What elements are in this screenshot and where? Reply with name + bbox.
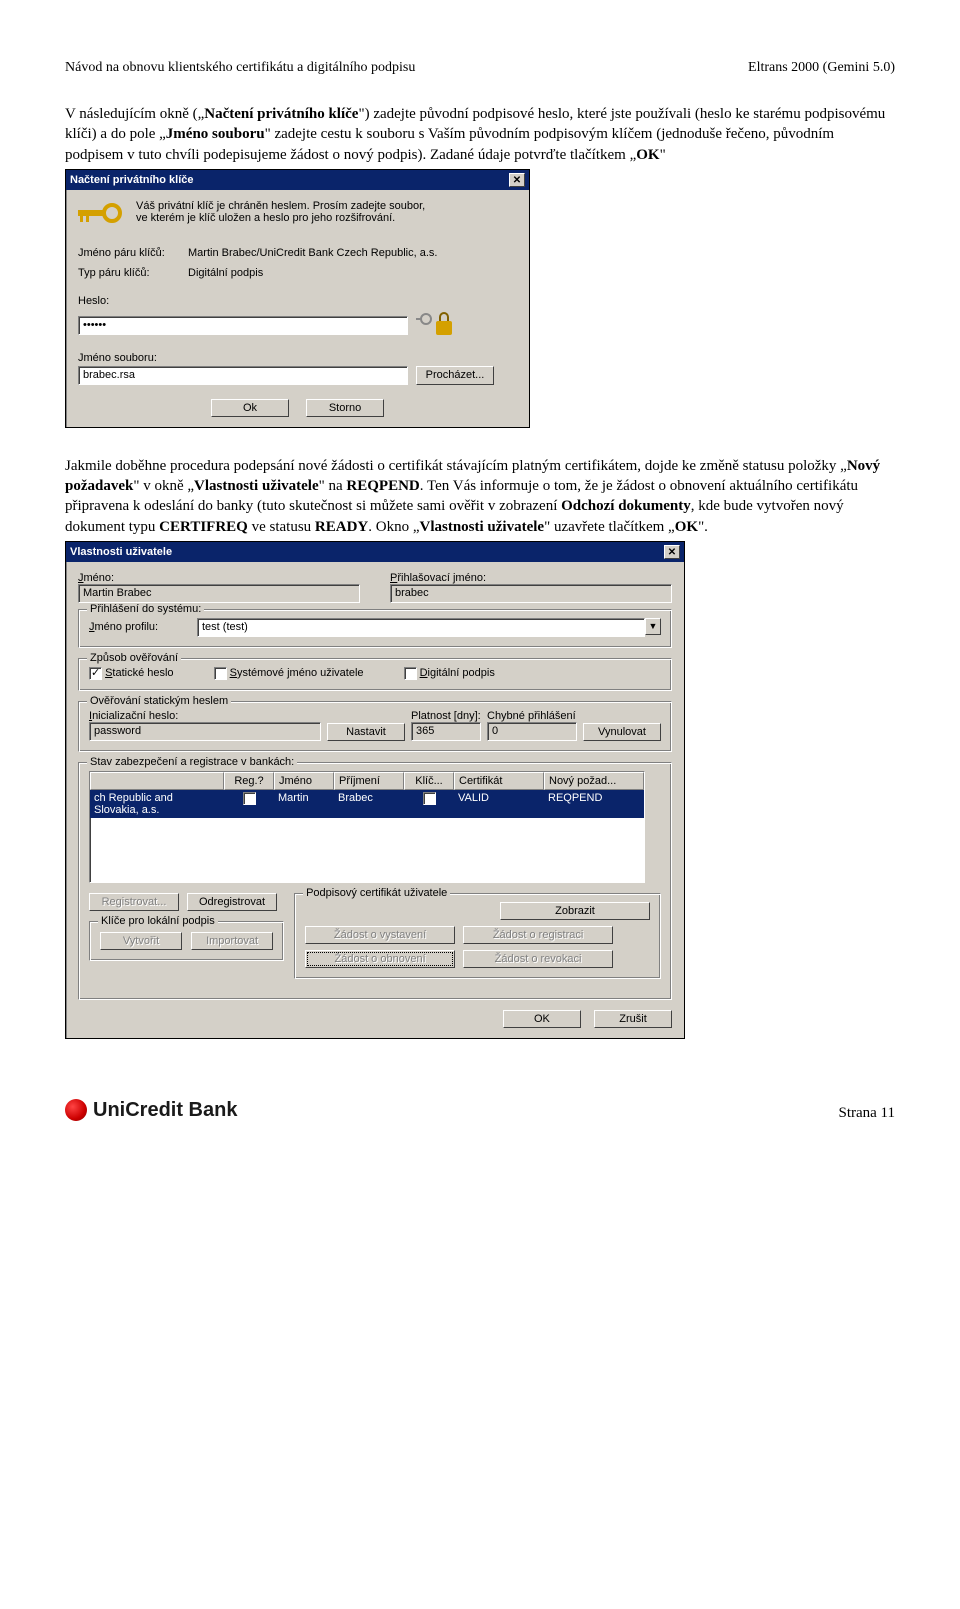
paragraph-2: Jakmile doběhne procedura podepsání nové… <box>65 456 895 537</box>
group-static-password: Ověřování statickým heslem Inicializační… <box>78 701 672 752</box>
label-keypair-type: Typ páru klíčů: <box>78 267 188 279</box>
ok-button[interactable]: OK <box>503 1010 581 1028</box>
dialog2-title: Vlastnosti uživatele <box>70 546 172 558</box>
group-banks: Stav zabezpečení a registrace v bankách:… <box>78 762 672 1000</box>
label-name: Jméno: <box>78 572 360 584</box>
dialog-load-private-key: Načtení privátního klíče ✕ Váš privátní … <box>65 169 530 428</box>
cancel-button[interactable]: Storno <box>306 399 384 417</box>
password-input[interactable]: •••••• <box>78 316 408 335</box>
group-user-cert: Podpisový certifikát uživatele Zobrazit … <box>294 893 661 979</box>
label-password: Heslo: <box>78 295 517 307</box>
revoke-request-button: Žádost o revokaci <box>463 950 613 968</box>
reset-button[interactable]: Vynulovat <box>583 723 661 741</box>
label-init-password: Inicializační heslo: <box>89 710 321 722</box>
group-local-keys: Klíče pro lokální podpis Vytvořit Import… <box>89 921 284 961</box>
label-bad-login: Chybné přihlášení <box>487 710 577 722</box>
checkbox-system-username[interactable] <box>214 667 227 680</box>
renew-request-button: Žádost o obnovení <box>305 950 455 968</box>
dialog-user-properties: Vlastnosti uživatele ✕ Jméno: Martin Bra… <box>65 541 685 1039</box>
label-login: Přihlašovací jméno: <box>390 572 672 584</box>
banks-list[interactable]: Reg.? Jméno Příjmení Klíč... Certifikát … <box>89 771 645 883</box>
checkbox-static-password[interactable] <box>89 667 102 680</box>
value-keypair-name: Martin Brabec/UniCredit Bank Czech Repub… <box>188 247 437 259</box>
ok-button[interactable]: Ok <box>211 399 289 417</box>
label-filename: Jméno souboru: <box>78 352 517 364</box>
group-auth-method: Způsob ověřování Statické heslo Systémov… <box>78 658 672 691</box>
value-keypair-type: Digitální podpis <box>188 267 263 279</box>
close-icon[interactable]: ✕ <box>509 173 525 187</box>
close-icon[interactable]: ✕ <box>664 545 680 559</box>
create-button: Vytvořit <box>100 932 182 950</box>
chevron-down-icon[interactable]: ▼ <box>645 618 661 635</box>
register-button: Registrovat... <box>89 893 179 911</box>
issue-request-button: Žádost o vystavení <box>305 926 455 944</box>
scrollbar[interactable] <box>645 771 661 883</box>
running-head-left: Návod na obnovu klientského certifikátu … <box>65 60 415 76</box>
bad-login-input: 0 <box>487 722 577 741</box>
group-system-login: Přihlášení do systému: Jméno profilu: te… <box>78 609 672 648</box>
paragraph-1: V následujícím okně („Načtení privátního… <box>65 104 895 165</box>
checkbox-digital-signature[interactable] <box>404 667 417 680</box>
row-reg-checkbox <box>243 792 256 805</box>
keys-lock-icon <box>416 309 456 342</box>
registration-request-button: Žádost o registraci <box>463 926 613 944</box>
name-input: Martin Brabec <box>78 584 360 603</box>
row-key-checkbox <box>423 792 436 805</box>
dialog1-title: Načtení privátního klíče <box>70 174 193 186</box>
page-number: Strana 11 <box>838 1105 895 1122</box>
label-validity: Platnost [dny]: <box>411 710 481 722</box>
unregister-button[interactable]: Odregistrovat <box>187 893 277 911</box>
filename-input[interactable]: brabec.rsa <box>78 366 408 385</box>
cancel-button[interactable]: Zrušit <box>594 1010 672 1028</box>
show-button[interactable]: Zobrazit <box>500 902 650 920</box>
key-icon <box>78 200 122 233</box>
label-profile: Jméno profilu: <box>89 621 189 633</box>
list-header: Reg.? Jméno Příjmení Klíč... Certifikát … <box>90 772 644 790</box>
label-keypair-name: Jméno páru klíčů: <box>78 247 188 259</box>
unicredit-logo: UniCredit Bank <box>65 1099 237 1122</box>
profile-select[interactable]: test (test) <box>197 618 645 637</box>
set-button[interactable]: Nastavit <box>327 723 405 741</box>
login-input: brabec <box>390 584 672 603</box>
list-row[interactable]: ch Republic and Slovakia, a.s. Martin Br… <box>90 790 644 818</box>
dialog1-info: Váš privátní klíč je chráněn heslem. Pro… <box>136 200 436 233</box>
logo-sphere-icon <box>65 1099 87 1121</box>
browse-button[interactable]: Procházet... <box>416 366 494 385</box>
validity-input: 365 <box>411 722 481 741</box>
running-head-right: Eltrans 2000 (Gemini 5.0) <box>748 60 895 76</box>
init-password-input: password <box>89 722 321 741</box>
import-button: Importovat <box>191 932 273 950</box>
